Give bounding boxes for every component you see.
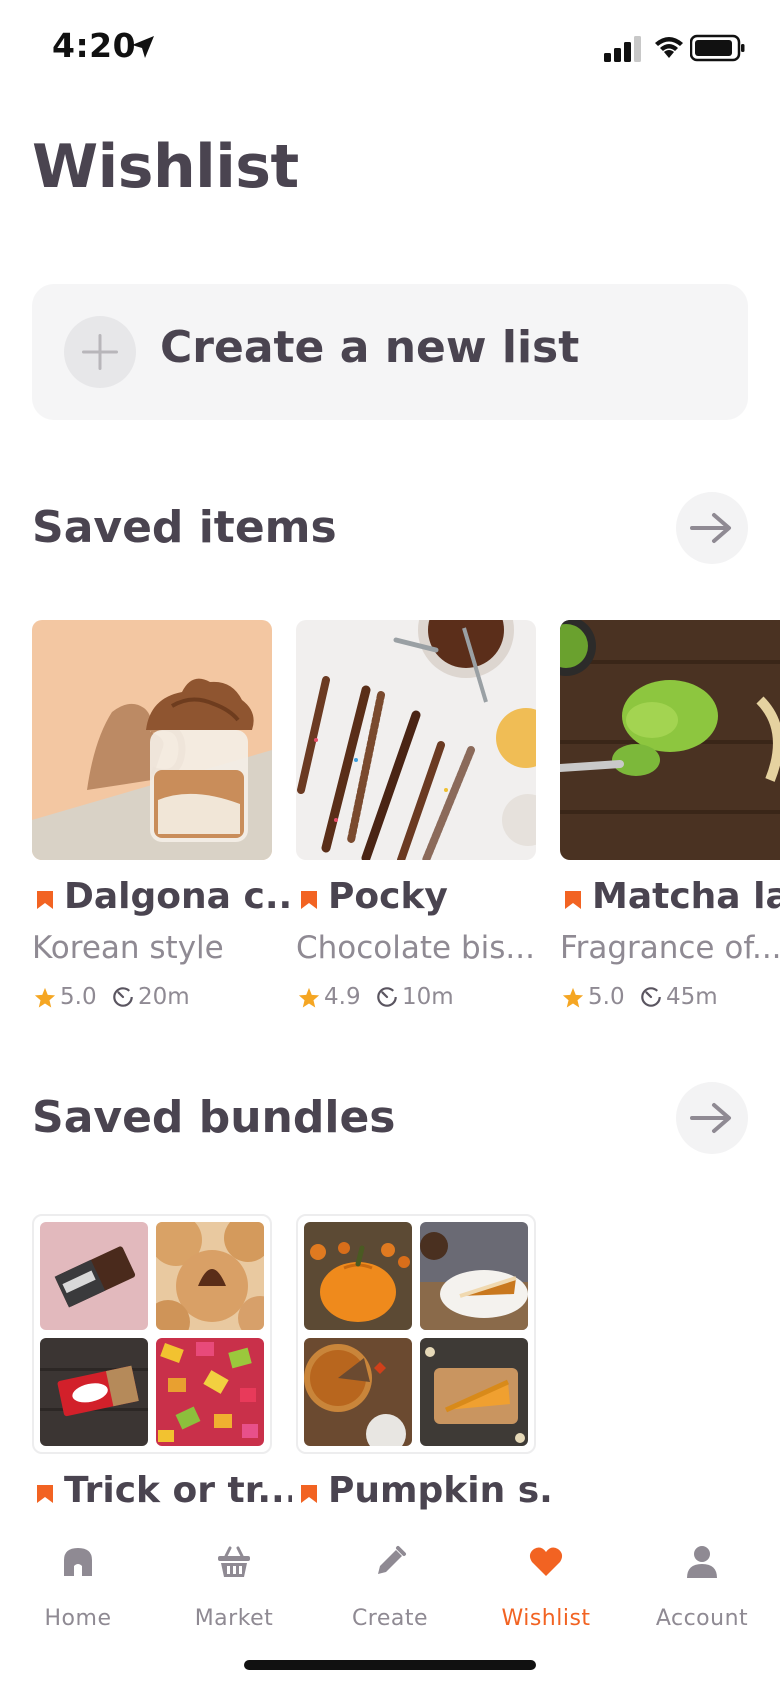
pumpkin-patch-photo bbox=[304, 1222, 412, 1330]
saved-item-card[interactable]: Dalgona c... Korean style 5.0 20m bbox=[32, 620, 292, 1010]
rating-value: 5.0 bbox=[60, 984, 97, 1010]
location-arrow-icon bbox=[132, 36, 154, 58]
pie-slice-board-photo bbox=[420, 1338, 528, 1446]
star-icon bbox=[562, 987, 584, 1008]
bundle-title-row: Pumpkin s... bbox=[296, 1470, 556, 1518]
basket-icon bbox=[218, 1546, 250, 1577]
saved-item-title: Dalgona c... bbox=[64, 876, 292, 917]
rating-value: 5.0 bbox=[588, 984, 625, 1010]
saved-item-title: Matcha la... bbox=[592, 876, 780, 917]
star-icon bbox=[34, 987, 56, 1008]
tab-market[interactable]: Market bbox=[156, 1544, 312, 1644]
saved-item-title-row: Dalgona c... bbox=[32, 876, 292, 924]
home-indicator[interactable] bbox=[244, 1660, 536, 1670]
pumpkin-pie-table-photo bbox=[304, 1338, 412, 1446]
tab-label: Create bbox=[351, 1606, 429, 1631]
wifi-icon bbox=[655, 37, 683, 58]
tab-home[interactable]: Home bbox=[0, 1544, 156, 1644]
star-icon bbox=[298, 987, 320, 1008]
saved-item-card[interactable]: Pocky Chocolate bis... 4.9 10m bbox=[296, 620, 536, 1010]
bookmark-icon bbox=[37, 1485, 53, 1503]
saved-bundles-heading: Saved bundles bbox=[32, 1092, 396, 1143]
saved-bundle-card[interactable]: Trick or tr... bbox=[32, 1214, 292, 1511]
bookmark-icon bbox=[301, 1485, 317, 1503]
saved-item-subtitle: Fragrance of... bbox=[560, 930, 780, 966]
matcha-powder-photo bbox=[560, 620, 780, 860]
bookmark-icon bbox=[37, 891, 53, 909]
plus-circle bbox=[64, 316, 136, 388]
bundle-image-grid bbox=[296, 1214, 536, 1454]
user-icon bbox=[687, 1546, 717, 1578]
tab-label: Account bbox=[655, 1606, 749, 1631]
create-new-list-label: Create a new list bbox=[160, 322, 580, 373]
bundle-title: Trick or tr... bbox=[64, 1470, 292, 1511]
arrow-right-icon bbox=[690, 1103, 731, 1133]
saved-item-title-row: Pocky bbox=[296, 876, 556, 924]
saved-items-see-all-button[interactable] bbox=[676, 492, 748, 564]
saved-bundles-see-all-button[interactable] bbox=[676, 1082, 748, 1154]
timer-icon bbox=[641, 987, 661, 1007]
tab-account[interactable]: Account bbox=[624, 1544, 780, 1644]
bundle-title-row: Trick or tr... bbox=[32, 1470, 292, 1518]
prep-time: 10m bbox=[402, 984, 454, 1010]
home-icon bbox=[64, 1548, 92, 1576]
page-title: Wishlist bbox=[32, 132, 299, 202]
pocky-sticks-photo bbox=[296, 620, 536, 860]
rating-value: 4.9 bbox=[324, 984, 361, 1010]
create-new-list-button[interactable]: Create a new list bbox=[32, 284, 748, 420]
hersheys-bar-photo bbox=[40, 1222, 148, 1330]
timer-icon bbox=[113, 987, 133, 1007]
saved-item-title: Pocky bbox=[328, 876, 448, 917]
saved-item-title-row: Matcha la... bbox=[560, 876, 780, 924]
tab-label: Home bbox=[44, 1606, 112, 1631]
tab-create[interactable]: Create bbox=[312, 1544, 468, 1644]
arrow-right-icon bbox=[690, 513, 731, 543]
timer-icon bbox=[377, 987, 397, 1007]
pie-slice-plate-photo bbox=[420, 1222, 528, 1330]
prep-time: 45m bbox=[666, 984, 718, 1010]
bundle-image-grid bbox=[32, 1214, 272, 1454]
bookmark-icon bbox=[565, 891, 581, 909]
cellular-signal-icon bbox=[604, 36, 641, 62]
status-time: 4:20 bbox=[52, 26, 137, 65]
tab-wishlist[interactable]: Wishlist bbox=[468, 1544, 624, 1644]
saved-item-card[interactable]: Matcha la... Fragrance of... 5.0 45m bbox=[560, 620, 780, 1010]
pencil-icon bbox=[378, 1546, 406, 1574]
saved-bundle-card[interactable]: Pumpkin s... bbox=[296, 1214, 556, 1511]
plus-icon bbox=[82, 334, 118, 370]
bookmark-icon bbox=[301, 891, 317, 909]
tab-label: Market bbox=[194, 1606, 274, 1631]
status-bar: 4:20 bbox=[0, 0, 780, 100]
kiss-cookies-photo bbox=[156, 1222, 264, 1330]
heart-icon bbox=[529, 1547, 563, 1576]
bundle-title: Pumpkin s... bbox=[328, 1470, 556, 1511]
dalgona-coffee-photo bbox=[32, 620, 272, 860]
prep-time: 20m bbox=[138, 984, 190, 1010]
hard-candies-photo bbox=[156, 1338, 264, 1446]
saved-item-subtitle: Korean style bbox=[32, 930, 224, 966]
battery-icon bbox=[690, 34, 745, 62]
saved-item-subtitle: Chocolate bis... bbox=[296, 930, 535, 966]
saved-items-heading: Saved items bbox=[32, 502, 337, 553]
kitkat-bar-photo bbox=[40, 1338, 148, 1446]
tab-label: Wishlist bbox=[501, 1606, 591, 1631]
